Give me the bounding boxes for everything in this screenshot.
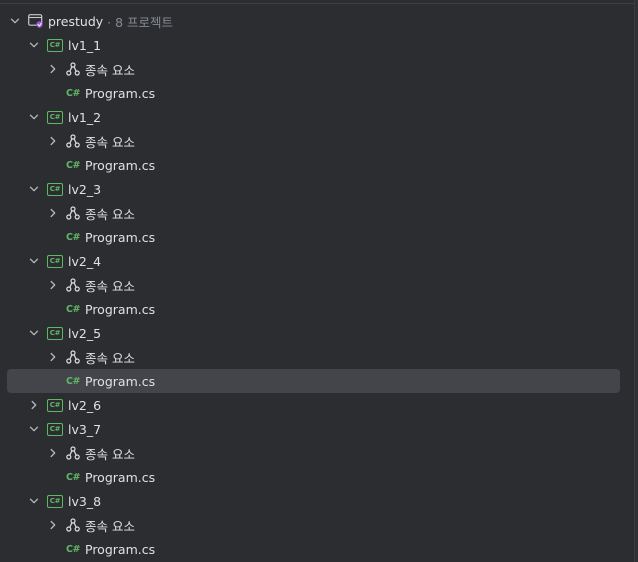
chevron-down-icon[interactable] bbox=[28, 327, 40, 339]
file-name: Program.cs bbox=[85, 229, 156, 245]
chevron-down-icon[interactable] bbox=[28, 111, 40, 123]
file-name: Program.cs bbox=[85, 373, 156, 389]
dependencies-icon bbox=[66, 134, 80, 148]
dependencies-label: 종속 요소 bbox=[85, 62, 135, 78]
chevron-right-icon[interactable] bbox=[47, 135, 59, 147]
csharp-project-icon: C# bbox=[47, 494, 63, 508]
project-name: lv3_7 bbox=[68, 421, 102, 437]
scrollbar-track[interactable] bbox=[634, 0, 638, 562]
file-row-program-cs[interactable]: C# Program.cs bbox=[0, 537, 630, 561]
dependencies-label: 종속 요소 bbox=[85, 134, 135, 150]
csharp-file-icon: C# bbox=[66, 159, 80, 171]
dependencies-label: 종속 요소 bbox=[85, 278, 135, 294]
csharp-file-icon: C# bbox=[66, 543, 80, 555]
solution-icon bbox=[28, 14, 44, 28]
csharp-project-icon: C# bbox=[47, 38, 63, 52]
dependencies-icon bbox=[66, 518, 80, 532]
csharp-project-icon: C# bbox=[47, 398, 63, 412]
csharp-file-icon: C# bbox=[66, 303, 80, 315]
dependencies-node[interactable]: 종속 요소 bbox=[0, 441, 630, 465]
file-name: Program.cs bbox=[85, 157, 156, 173]
project-row[interactable]: C# lv3_7 bbox=[0, 417, 630, 441]
panel-top-border bbox=[0, 0, 638, 4]
csharp-file-icon: C# bbox=[66, 471, 80, 483]
dependencies-node[interactable]: 종속 요소 bbox=[0, 129, 630, 153]
chevron-right-icon[interactable] bbox=[47, 519, 59, 531]
chevron-down-icon[interactable] bbox=[9, 15, 21, 27]
chevron-right-icon[interactable] bbox=[47, 447, 59, 459]
chevron-down-icon[interactable] bbox=[28, 255, 40, 267]
dependencies-icon bbox=[66, 350, 80, 364]
chevron-right-icon[interactable] bbox=[47, 279, 59, 291]
chevron-right-icon[interactable] bbox=[47, 63, 59, 75]
project-name: lv2_4 bbox=[68, 253, 102, 269]
file-name: Program.cs bbox=[85, 541, 156, 557]
dependencies-label: 종속 요소 bbox=[85, 518, 135, 534]
dependencies-node[interactable]: 종속 요소 bbox=[0, 201, 630, 225]
project-row[interactable]: C# lv2_4 bbox=[0, 249, 630, 273]
project-row[interactable]: C# lv2_6 bbox=[0, 393, 630, 417]
file-row-program-cs[interactable]: C# Program.cs bbox=[0, 297, 630, 321]
dependencies-icon bbox=[66, 206, 80, 220]
project-name: lv1_2 bbox=[68, 109, 102, 125]
file-row-program-cs[interactable]: C# Program.cs bbox=[0, 369, 630, 393]
file-row-program-cs[interactable]: C# Program.cs bbox=[0, 465, 630, 489]
dependencies-label: 종속 요소 bbox=[85, 350, 135, 366]
csharp-file-icon: C# bbox=[66, 375, 80, 387]
project-name: lv2_5 bbox=[68, 325, 102, 341]
solution-tree: prestudy · 8 프로젝트 C# lv1_1 종속 요소 C# Program.… bbox=[0, 9, 630, 561]
chevron-down-icon[interactable] bbox=[28, 183, 40, 195]
file-row-program-cs[interactable]: C# Program.cs bbox=[0, 81, 630, 105]
dependencies-icon bbox=[66, 62, 80, 76]
dependencies-node[interactable]: 종속 요소 bbox=[0, 513, 630, 537]
dependencies-node[interactable]: 종속 요소 bbox=[0, 57, 630, 81]
project-row[interactable]: C# lv2_3 bbox=[0, 177, 630, 201]
chevron-right-icon[interactable] bbox=[28, 399, 40, 411]
project-row[interactable]: C# lv1_1 bbox=[0, 33, 630, 57]
dependencies-label: 종속 요소 bbox=[85, 206, 135, 222]
dependencies-label: 종속 요소 bbox=[85, 446, 135, 462]
csharp-project-icon: C# bbox=[47, 326, 63, 340]
file-name: Program.cs bbox=[85, 469, 156, 485]
chevron-right-icon[interactable] bbox=[47, 207, 59, 219]
csharp-file-icon: C# bbox=[66, 87, 80, 99]
chevron-down-icon[interactable] bbox=[28, 495, 40, 507]
file-name: Program.cs bbox=[85, 85, 156, 101]
csharp-project-icon: C# bbox=[47, 110, 63, 124]
project-name: lv1_1 bbox=[68, 37, 102, 53]
csharp-project-icon: C# bbox=[47, 422, 63, 436]
csharp-project-icon: C# bbox=[47, 254, 63, 268]
solution-explorer-panel: prestudy · 8 프로젝트 C# lv1_1 종속 요소 C# Program.… bbox=[0, 0, 638, 562]
project-name: lv3_8 bbox=[68, 493, 102, 509]
chevron-right-icon[interactable] bbox=[47, 351, 59, 363]
project-row[interactable]: C# lv2_5 bbox=[0, 321, 630, 345]
solution-row[interactable]: prestudy · 8 프로젝트 bbox=[0, 9, 630, 33]
file-row-program-cs[interactable]: C# Program.cs bbox=[0, 153, 630, 177]
solution-name: prestudy bbox=[48, 13, 104, 29]
file-name: Program.cs bbox=[85, 301, 156, 317]
project-row[interactable]: C# lv1_2 bbox=[0, 105, 630, 129]
project-row[interactable]: C# lv3_8 bbox=[0, 489, 630, 513]
dependencies-node[interactable]: 종속 요소 bbox=[0, 345, 630, 369]
project-count: · 8 프로젝트 bbox=[107, 14, 174, 30]
project-name: lv2_6 bbox=[68, 397, 102, 413]
file-row-program-cs[interactable]: C# Program.cs bbox=[0, 225, 630, 249]
dependencies-node[interactable]: 종속 요소 bbox=[0, 273, 630, 297]
csharp-file-icon: C# bbox=[66, 231, 80, 243]
chevron-down-icon[interactable] bbox=[28, 423, 40, 435]
dependencies-icon bbox=[66, 278, 80, 292]
csharp-project-icon: C# bbox=[47, 182, 63, 196]
chevron-down-icon[interactable] bbox=[28, 39, 40, 51]
dependencies-icon bbox=[66, 446, 80, 460]
project-name: lv2_3 bbox=[68, 181, 102, 197]
